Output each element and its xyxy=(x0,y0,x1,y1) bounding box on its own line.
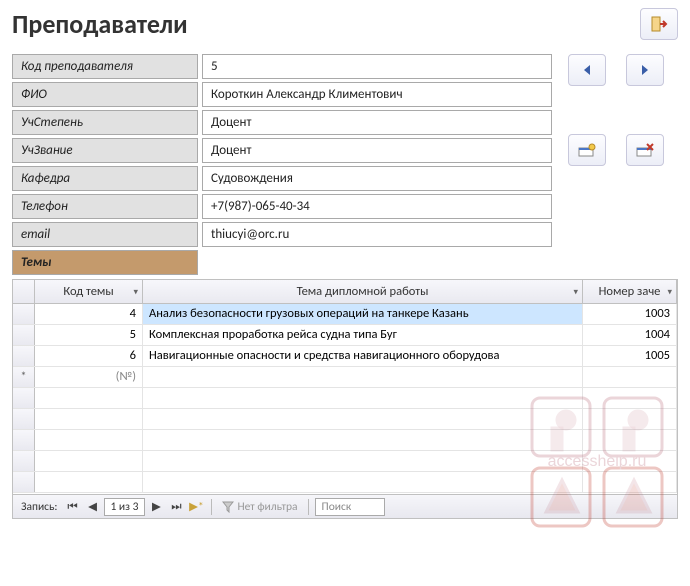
col-num[interactable]: Номер заче ▾ xyxy=(583,280,677,303)
empty-row xyxy=(13,451,677,472)
empty-row xyxy=(13,409,677,430)
cell-num[interactable]: 1005 xyxy=(583,346,677,366)
nav-first-button[interactable]: ⏮ xyxy=(64,498,82,516)
table-row[interactable]: 4Анализ безопасности грузовых операций н… xyxy=(13,304,677,325)
table-row[interactable]: 5Комплексная проработка рейса судна типа… xyxy=(13,325,677,346)
new-row[interactable]: *(№) xyxy=(13,367,677,388)
cell-code[interactable]: 4 xyxy=(35,304,143,324)
field-rank[interactable]: Доцент xyxy=(202,138,552,163)
triangle-left-icon xyxy=(582,64,592,76)
cell-code[interactable]: 5 xyxy=(35,325,143,345)
close-form-button[interactable] xyxy=(640,8,678,40)
field-fio[interactable]: Короткин Александр Климентович xyxy=(202,82,552,107)
col-code-label: Код темы xyxy=(63,284,113,299)
funnel-icon xyxy=(222,501,234,513)
empty-row xyxy=(13,388,677,409)
door-exit-icon xyxy=(650,15,668,33)
nav-prev-button[interactable]: ◀ xyxy=(84,498,102,516)
col-title[interactable]: Тема дипломной работы ▾ xyxy=(143,280,583,303)
dropdown-icon[interactable]: ▾ xyxy=(133,286,138,297)
cell-title[interactable]: Комплексная проработка рейса судна типа … xyxy=(143,325,583,345)
field-email[interactable]: thiucyi@orc.ru xyxy=(202,222,552,247)
nav-position[interactable]: 1 из 3 xyxy=(104,498,146,516)
label-degree: УчСтепень xyxy=(12,110,198,135)
delete-record-icon xyxy=(636,143,654,157)
row-selector-new[interactable]: * xyxy=(13,367,35,387)
dropdown-icon[interactable]: ▾ xyxy=(667,286,672,297)
empty-row xyxy=(13,430,677,451)
new-record-button[interactable] xyxy=(568,134,606,166)
label-fio: ФИО xyxy=(12,82,198,107)
field-phone[interactable]: +7(987)-065-40-34 xyxy=(202,194,552,219)
cell-num-new[interactable] xyxy=(583,367,677,387)
cell-title[interactable]: Анализ безопасности грузовых операций на… xyxy=(143,304,583,324)
cell-code[interactable]: 6 xyxy=(35,346,143,366)
row-selector[interactable] xyxy=(13,304,35,324)
row-selector[interactable] xyxy=(13,325,35,345)
cell-title[interactable]: Навигационные опасности и средства навиг… xyxy=(143,346,583,366)
label-code: Код преподавателя xyxy=(12,54,198,79)
delete-record-button[interactable] xyxy=(626,134,664,166)
label-phone: Телефон xyxy=(12,194,198,219)
field-degree[interactable]: Доцент xyxy=(202,110,552,135)
new-record-icon xyxy=(578,143,596,157)
prev-record-button[interactable] xyxy=(568,54,606,86)
themes-subform[interactable]: Код темы ▾ Тема дипломной работы ▾ Номер з… xyxy=(12,279,678,495)
nav-new-button[interactable]: ▶* xyxy=(187,498,205,516)
col-code[interactable]: Код темы ▾ xyxy=(35,280,143,303)
dropdown-icon[interactable]: ▾ xyxy=(573,286,578,297)
field-code[interactable]: 5 xyxy=(202,54,552,79)
next-record-button[interactable] xyxy=(626,54,664,86)
row-selector[interactable] xyxy=(13,346,35,366)
field-dept[interactable]: Судовождения xyxy=(202,166,552,191)
col-num-label: Номер заче xyxy=(599,284,661,299)
cell-title-new[interactable] xyxy=(143,367,583,387)
nav-last-button[interactable]: ⏭ xyxy=(167,498,185,516)
label-rank: УчЗвание xyxy=(12,138,198,163)
label-dept: Кафедра xyxy=(12,166,198,191)
cell-num[interactable]: 1004 xyxy=(583,325,677,345)
empty-row xyxy=(13,472,677,493)
label-themes: Темы xyxy=(12,250,198,275)
col-title-label: Тема дипломной работы xyxy=(297,284,429,299)
nav-label: Запись: xyxy=(17,500,62,514)
table-row[interactable]: 6Навигационные опасности и средства нави… xyxy=(13,346,677,367)
nav-search-input[interactable]: Поиск xyxy=(315,498,385,516)
cell-code-new[interactable]: (№) xyxy=(35,367,143,387)
triangle-right-icon xyxy=(640,64,650,76)
nav-next-button[interactable]: ▶ xyxy=(147,498,165,516)
filter-status[interactable]: Нет фильтра xyxy=(218,500,301,514)
page-title: Преподаватели xyxy=(12,8,634,40)
cell-num[interactable]: 1003 xyxy=(583,304,677,324)
record-navigator: Запись: ⏮ ◀ 1 из 3 ▶ ⏭ ▶* Нет фильтра По… xyxy=(12,495,678,519)
grid-header: Код темы ▾ Тема дипломной работы ▾ Номер з… xyxy=(13,280,677,304)
filter-label: Нет фильтра xyxy=(237,500,297,514)
label-email: email xyxy=(12,222,198,247)
